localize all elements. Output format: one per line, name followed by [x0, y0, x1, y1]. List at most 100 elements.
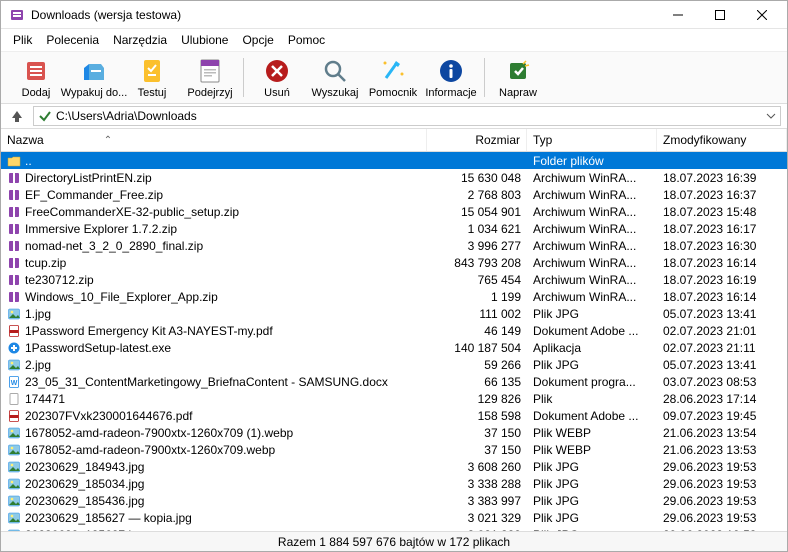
tool-informacje[interactable]: Informacje	[422, 54, 480, 101]
file-type: Plik WEBP	[527, 442, 657, 458]
column-modified[interactable]: Zmodyfikowany	[657, 129, 787, 151]
file-row[interactable]: 1678052-amd-radeon-7900xtx-1260x709 (1).…	[1, 424, 787, 441]
titlebar: Downloads (wersja testowa)	[1, 1, 787, 29]
file-name: 20230629_184943.jpg	[25, 460, 144, 474]
file-row[interactable]: nomad-net_3_2_0_2890_final.zip3 996 277A…	[1, 237, 787, 254]
file-row[interactable]: DirectoryListPrintEN.zip15 630 048Archiw…	[1, 169, 787, 186]
file-row[interactable]: 1.jpg111 002Plik JPG05.07.2023 13:41	[1, 305, 787, 322]
menu-plik[interactable]: Plik	[7, 31, 38, 49]
file-size: 3 383 997	[427, 493, 527, 509]
up-button[interactable]	[7, 106, 27, 126]
column-size[interactable]: Rozmiar	[427, 129, 527, 151]
file-type: Plik JPG	[527, 493, 657, 509]
maximize-button[interactable]	[699, 3, 741, 27]
file-size: 1 199	[427, 289, 527, 305]
file-type: Folder plików	[527, 153, 657, 169]
file-row[interactable]: FreeCommanderXE-32-public_setup.zip15 05…	[1, 203, 787, 220]
file-modified: 05.07.2023 13:41	[657, 306, 787, 322]
tool-usun[interactable]: Usuń	[248, 54, 306, 101]
file-modified: 18.07.2023 16:19	[657, 272, 787, 288]
file-row[interactable]: 1Password Emergency Kit A3-NAYEST-my.pdf…	[1, 322, 787, 339]
menu-polecenia[interactable]: Polecenia	[40, 31, 105, 49]
file-modified	[657, 160, 787, 162]
file-modified: 29.06.2023 19:53	[657, 459, 787, 475]
tool-napraw[interactable]: Napraw	[489, 54, 547, 101]
file-type: Plik JPG	[527, 459, 657, 475]
file-row[interactable]: 20230629_185436.jpg3 383 997Plik JPG29.0…	[1, 492, 787, 509]
file-modified: 18.07.2023 16:17	[657, 221, 787, 237]
file-modified: 18.07.2023 16:14	[657, 289, 787, 305]
tool-label: Pomocnik	[369, 87, 417, 99]
file-type: Archiwum WinRA...	[527, 238, 657, 254]
window-title: Downloads (wersja testowa)	[31, 8, 657, 22]
file-size: 129 826	[427, 391, 527, 407]
tool-pomocnik[interactable]: Pomocnik	[364, 54, 422, 101]
file-row[interactable]: 20230629_184943.jpg3 608 260Plik JPG29.0…	[1, 458, 787, 475]
file-row[interactable]: Windows_10_File_Explorer_App.zip1 199Arc…	[1, 288, 787, 305]
app-icon	[9, 7, 25, 23]
tool-label: Podejrzyj	[187, 87, 232, 99]
file-row[interactable]: W23_05_31_ContentMarketingowy_BriefnaCon…	[1, 373, 787, 390]
file-modified: 09.07.2023 19:45	[657, 408, 787, 424]
path-box[interactable]: C:\Users\Adria\Downloads	[33, 106, 781, 126]
file-row[interactable]: te230712.zip765 454Archiwum WinRA...18.0…	[1, 271, 787, 288]
chevron-down-icon[interactable]	[766, 111, 776, 121]
file-size: 140 187 504	[427, 340, 527, 356]
file-size: 843 793 208	[427, 255, 527, 271]
file-type: Archiwum WinRA...	[527, 272, 657, 288]
file-row[interactable]: Immersive Explorer 1.7.2.zip1 034 621Arc…	[1, 220, 787, 237]
file-size: 37 150	[427, 442, 527, 458]
file-modified: 28.06.2023 17:14	[657, 391, 787, 407]
tool-label: Dodaj	[22, 87, 51, 99]
close-button[interactable]	[741, 3, 783, 27]
file-icon-pdf	[7, 324, 21, 338]
menubar: Plik Polecenia Narzędzia Ulubione Opcje …	[1, 29, 787, 52]
column-name[interactable]: Nazwa ⌃	[1, 129, 427, 151]
file-name: 20230629_185436.jpg	[25, 494, 144, 508]
menu-ulubione[interactable]: Ulubione	[175, 31, 234, 49]
file-name: 1PasswordSetup-latest.exe	[25, 341, 171, 355]
file-size: 3 338 288	[427, 476, 527, 492]
status-text: Razem 1 884 597 676 bajtów w 172 plikach	[278, 535, 510, 549]
file-name: nomad-net_3_2_0_2890_final.zip	[25, 239, 203, 253]
file-name: 174471	[25, 392, 65, 406]
file-row[interactable]: 1PasswordSetup-latest.exe140 187 504Apli…	[1, 339, 787, 356]
file-icon-jpg	[7, 494, 21, 508]
path-checkmark-icon	[38, 109, 52, 123]
file-name: Immersive Explorer 1.7.2.zip	[25, 222, 177, 236]
file-name: 202307FVxk230001644676.pdf	[25, 409, 192, 423]
file-row[interactable]: 2.jpg59 266Plik JPG05.07.2023 13:41	[1, 356, 787, 373]
file-name: 1678052-amd-radeon-7900xtx-1260x709 (1).…	[25, 426, 293, 440]
view-icon	[195, 56, 225, 86]
file-icon-zip	[7, 222, 21, 236]
menu-pomoc[interactable]: Pomoc	[282, 31, 331, 49]
minimize-button[interactable]	[657, 3, 699, 27]
file-size: 15 054 901	[427, 204, 527, 220]
menu-opcje[interactable]: Opcje	[236, 31, 279, 49]
file-list[interactable]: ..Folder plikówDirectoryListPrintEN.zip1…	[1, 152, 787, 531]
file-type: Archiwum WinRA...	[527, 221, 657, 237]
file-row[interactable]: tcup.zip843 793 208Archiwum WinRA...18.0…	[1, 254, 787, 271]
file-row[interactable]: 174471129 826Plik28.06.2023 17:14	[1, 390, 787, 407]
file-name: 1678052-amd-radeon-7900xtx-1260x709.webp	[25, 443, 275, 457]
tool-testuj[interactable]: Testuj	[123, 54, 181, 101]
delete-icon	[262, 56, 292, 86]
tool-wyszukaj[interactable]: Wyszukaj	[306, 54, 364, 101]
sort-indicator-icon: ⌃	[104, 135, 112, 146]
menu-narzedzia[interactable]: Narzędzia	[107, 31, 173, 49]
tool-podejrzyj[interactable]: Podejrzyj	[181, 54, 239, 101]
file-row[interactable]: EF_Commander_Free.zip2 768 803Archiwum W…	[1, 186, 787, 203]
file-type: Archiwum WinRA...	[527, 170, 657, 186]
file-row[interactable]: 202307FVxk230001644676.pdf158 598Dokumen…	[1, 407, 787, 424]
file-row[interactable]: 20230629_185627 — kopia.jpg3 021 329Plik…	[1, 509, 787, 526]
file-icon-doc: W	[7, 375, 21, 389]
file-icon-jpg	[7, 477, 21, 491]
column-type[interactable]: Typ	[527, 129, 657, 151]
file-size: 37 150	[427, 425, 527, 441]
file-row[interactable]: 1678052-amd-radeon-7900xtx-1260x709.webp…	[1, 441, 787, 458]
file-row[interactable]: 20230629_185034.jpg3 338 288Plik JPG29.0…	[1, 475, 787, 492]
list-header: Nazwa ⌃ Rozmiar Typ Zmodyfikowany	[1, 129, 787, 152]
tool-wypakujdo[interactable]: Wypakuj do...	[65, 54, 123, 101]
tool-dodaj[interactable]: Dodaj	[7, 54, 65, 101]
file-row[interactable]: ..Folder plików	[1, 152, 787, 169]
